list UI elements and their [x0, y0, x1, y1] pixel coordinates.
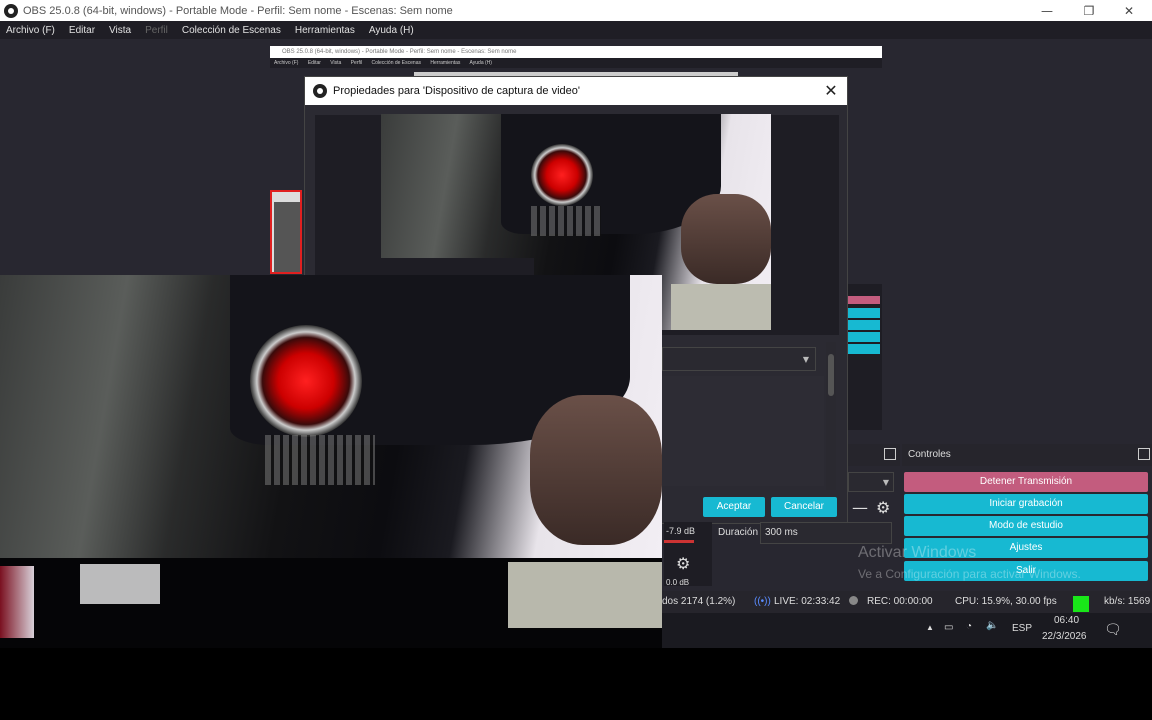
rec-dot-icon [849, 596, 858, 605]
obs-app-icon [4, 3, 18, 18]
remove-transition-button[interactable]: — [852, 498, 868, 517]
menu-herramientas[interactable]: Herramientas [295, 25, 355, 36]
nested-menu-item: Archivo (F) [274, 60, 299, 66]
stream-health-indicator [1073, 596, 1089, 612]
window-title: OBS 25.0.8 (64-bit, windows) - Portable … [23, 4, 453, 17]
nested-menu-item: Herramientas [430, 60, 461, 66]
scrollbar-thumb[interactable] [828, 354, 834, 396]
scene-item[interactable] [848, 344, 880, 354]
letterbox-bottom [0, 648, 1152, 720]
mixer-db-level: 0.0 dB [666, 578, 690, 587]
dropped-frames: dos 2174 (1.2%) [662, 596, 736, 607]
scene-item[interactable] [848, 308, 880, 318]
audio-mixer-fragment: -7.9 dB ⚙ 0.0 dB [664, 522, 712, 587]
language-indicator[interactable]: ESP [1012, 623, 1032, 634]
scene-item[interactable] [848, 332, 880, 342]
menu-vista[interactable]: Vista [109, 25, 131, 36]
minimize-button[interactable]: — [1024, 0, 1070, 21]
menu-perfil[interactable]: Perfil [145, 25, 168, 36]
windows-taskbar: ▲ ▭ ◔ 🔈 ESP 06:40 22/3/2026 🗨 [662, 613, 1152, 648]
dialog-title: Propiedades para 'Dispositivo de captura… [333, 85, 580, 97]
selected-source-frame[interactable] [270, 190, 302, 274]
duration-field[interactable]: 300 ms [760, 522, 892, 544]
battery-icon[interactable]: ▭ [944, 622, 953, 633]
large-webcam-preview [0, 275, 662, 560]
gear-icon[interactable]: ⚙ [876, 498, 890, 517]
scenes-panel-strip [848, 284, 882, 430]
mixer-db-level: -7.9 dB [666, 526, 696, 536]
obs-icon [313, 84, 327, 98]
nested-menu-item: Colección de Escenas [371, 60, 421, 66]
broadcast-icon: ((•)) [754, 596, 771, 607]
scene-item-active[interactable] [848, 296, 880, 304]
float-panel-icon[interactable] [1138, 448, 1150, 460]
menu-ayuda[interactable]: Ayuda (H) [369, 25, 414, 36]
window-titlebar: OBS 25.0.8 (64-bit, windows) - Portable … [0, 0, 1152, 21]
volume-icon[interactable]: 🔈 [986, 620, 998, 631]
rec-time: REC: 00:00:00 [867, 596, 933, 607]
properties-scrollbar[interactable] [826, 342, 836, 490]
status-bar: dos 2174 (1.2%) ((•)) LIVE: 02:33:42 REC… [662, 591, 1152, 613]
large-webcam-preview-bottom [0, 558, 662, 648]
live-time: LIVE: 02:33:42 [774, 596, 841, 607]
gear-icon[interactable]: ⚙ [676, 554, 690, 574]
dialog-close-icon[interactable]: ✕ [821, 81, 841, 101]
mixer-meter [664, 540, 694, 543]
cancel-button[interactable]: Cancelar [771, 497, 837, 517]
wifi-icon[interactable]: ◔ [966, 621, 972, 632]
properties-list [662, 376, 824, 486]
nested-menu-item: Perfil [350, 60, 363, 66]
stop-streaming-button[interactable]: Detener Transmisión [904, 472, 1148, 492]
activation-watermark-title: Activar Windows [858, 544, 977, 561]
close-button[interactable]: ✕ [1106, 0, 1152, 21]
menu-bar: Archivo (F) Editar Vista Perfil Colecció… [0, 21, 1152, 39]
float-panel-icon[interactable] [884, 448, 896, 460]
nested-menu-item: Editar [307, 60, 321, 66]
nested-obs-titlebar: OBS 25.0.8 (64-bit, windows) - Portable … [270, 46, 882, 58]
scene-item[interactable] [848, 320, 880, 330]
menu-archivo[interactable]: Archivo (F) [6, 25, 55, 36]
bitrate: kb/s: 1569 [1104, 596, 1151, 607]
menu-coleccion-escenas[interactable]: Colección de Escenas [182, 25, 281, 36]
notifications-icon[interactable]: 🗨 [1104, 621, 1122, 638]
accept-button[interactable]: Aceptar [703, 497, 765, 517]
chevron-up-icon[interactable]: ▲ [926, 623, 934, 632]
activation-watermark-subtitle: Ve a Configuración para activar Windows. [858, 567, 1081, 581]
menu-editar[interactable]: Editar [69, 25, 95, 36]
dialog-titlebar: Propiedades para 'Dispositivo de captura… [305, 77, 847, 105]
clock-time[interactable]: 06:40 [1054, 615, 1079, 626]
studio-mode-button[interactable]: Modo de estudio [904, 516, 1148, 536]
duration-label: Duración [718, 527, 759, 538]
cpu-fps: CPU: 15.9%, 30.00 fps [955, 596, 1057, 607]
chevron-down-icon: ▼ [882, 478, 889, 487]
chevron-down-icon: ▼ [802, 355, 809, 364]
transition-combobox[interactable]: ▼ [848, 472, 894, 492]
start-recording-button[interactable]: Iniciar grabación [904, 494, 1148, 514]
nested-menu-item: Vista [330, 60, 342, 66]
controls-panel-header: Controles [902, 444, 1152, 466]
device-combobox[interactable]: ▼ [662, 347, 816, 371]
nested-menu-item: Ayuda (H) [469, 60, 492, 66]
clock-date[interactable]: 22/3/2026 [1042, 631, 1087, 642]
nested-obs-menubar: Archivo (F) Editar Vista Perfil Colecció… [270, 58, 882, 68]
